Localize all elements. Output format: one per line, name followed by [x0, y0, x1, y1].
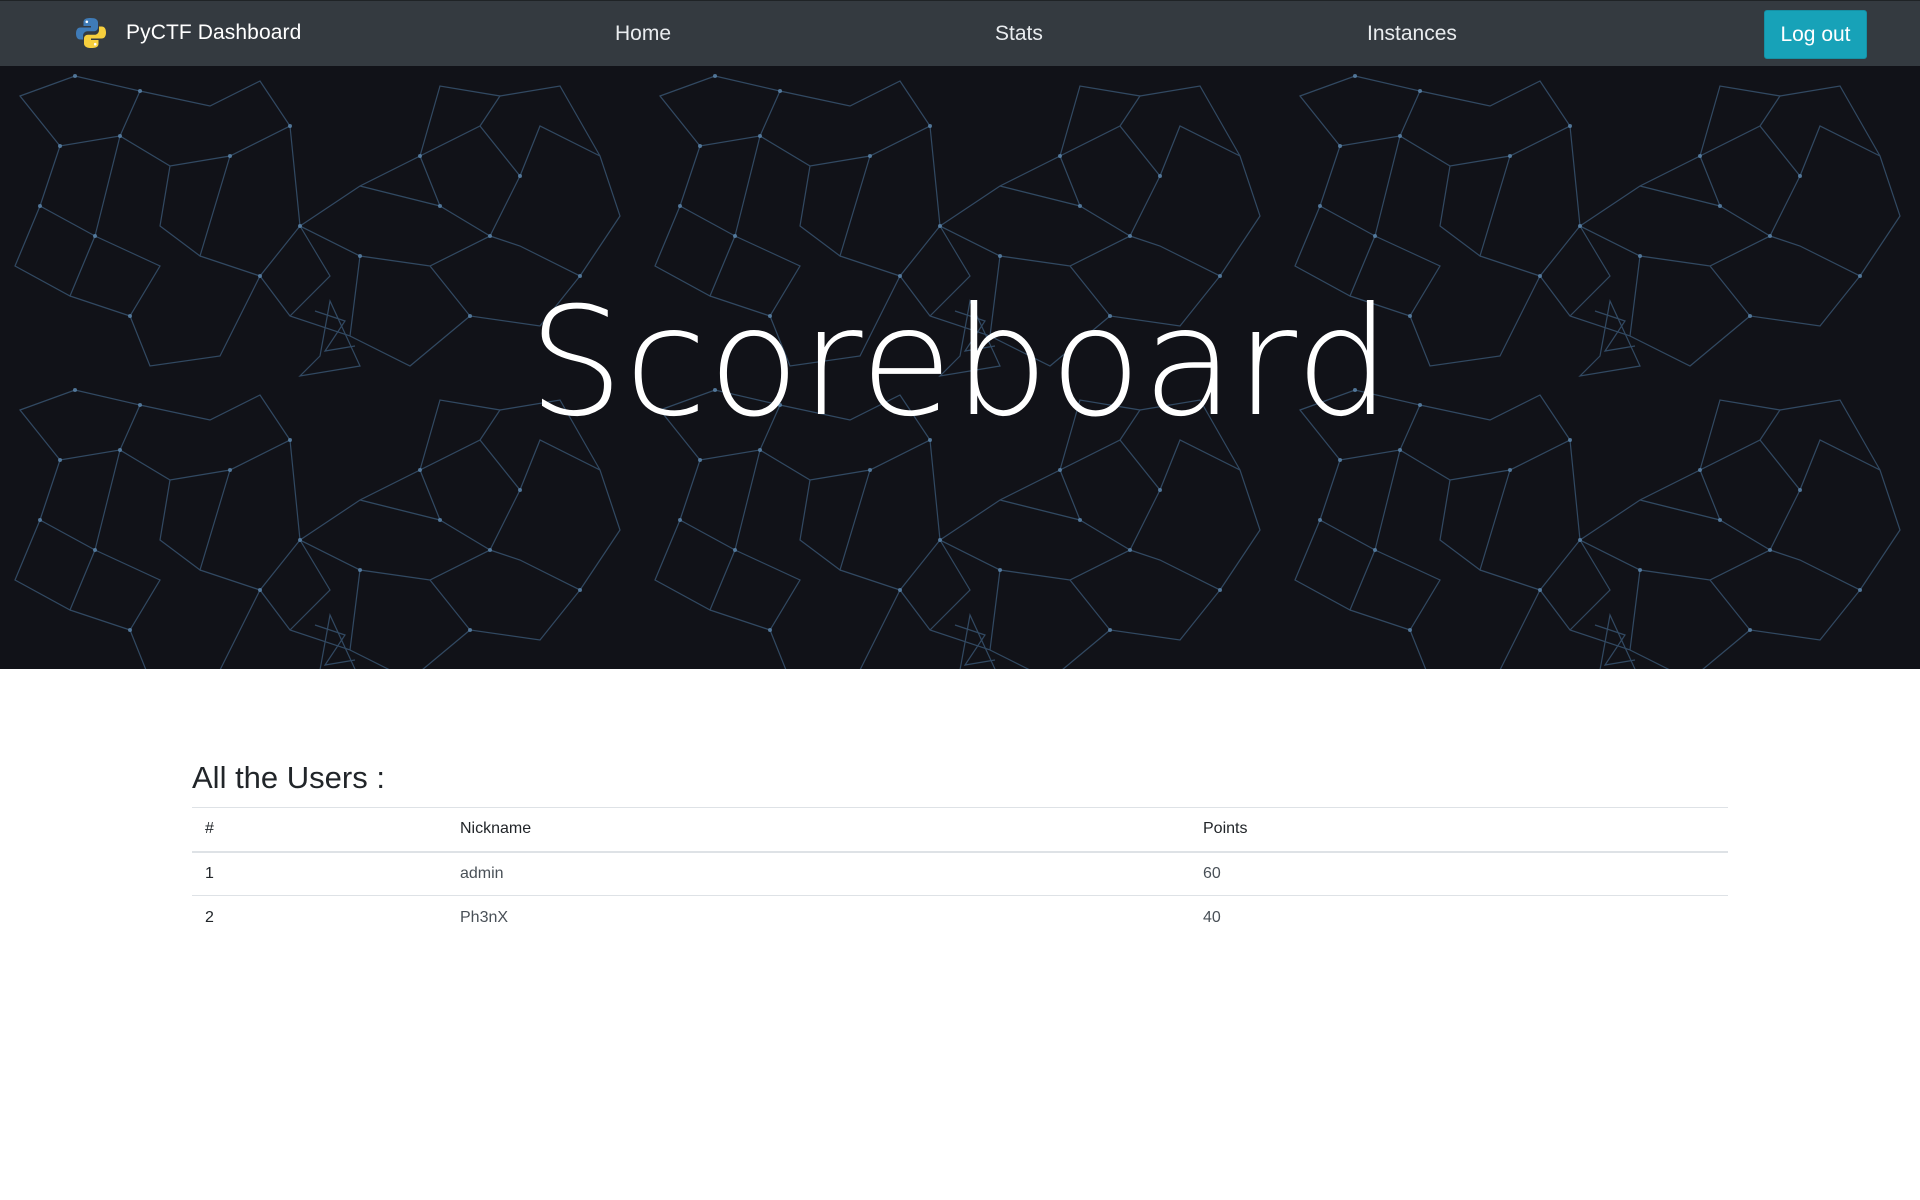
cell-nickname: Ph3nX	[460, 908, 509, 926]
cell-points: 40	[1203, 908, 1221, 926]
cell-nickname: admin	[447, 851, 1190, 896]
nav-instances[interactable]: Instances	[1367, 22, 1457, 46]
cell-points: 60	[1190, 851, 1728, 896]
table-row: 2 Ph3nX 40	[192, 896, 1728, 940]
python-logo-icon	[76, 18, 106, 48]
users-section: All the Users : # Nickname Points 1 admi…	[192, 760, 1728, 940]
table-row: 1 admin 60	[192, 851, 1728, 896]
cell-rank: 2	[205, 908, 214, 926]
column-header-nickname: Nickname	[447, 807, 1190, 853]
table-header-row: # Nickname Points	[192, 807, 1728, 853]
logout-button[interactable]: Log out	[1764, 10, 1867, 59]
column-header-rank: #	[192, 807, 447, 853]
hero-banner: Scoreboard	[0, 66, 1920, 669]
nav-stats[interactable]: Stats	[995, 22, 1043, 46]
brand[interactable]: PyCTF Dashboard	[74, 13, 301, 53]
section-heading: All the Users :	[192, 760, 385, 795]
nav-home[interactable]: Home	[615, 22, 671, 46]
page-title: Scoreboard	[528, 276, 1392, 450]
users-table: # Nickname Points 1 admin 60 2 Ph3nX 40	[192, 807, 1728, 940]
top-navbar: PyCTF Dashboard Home Stats Instances Log…	[0, 0, 1920, 66]
column-header-points: Points	[1190, 807, 1728, 853]
cell-rank: 1	[192, 851, 447, 896]
brand-title: PyCTF Dashboard	[126, 21, 302, 44]
